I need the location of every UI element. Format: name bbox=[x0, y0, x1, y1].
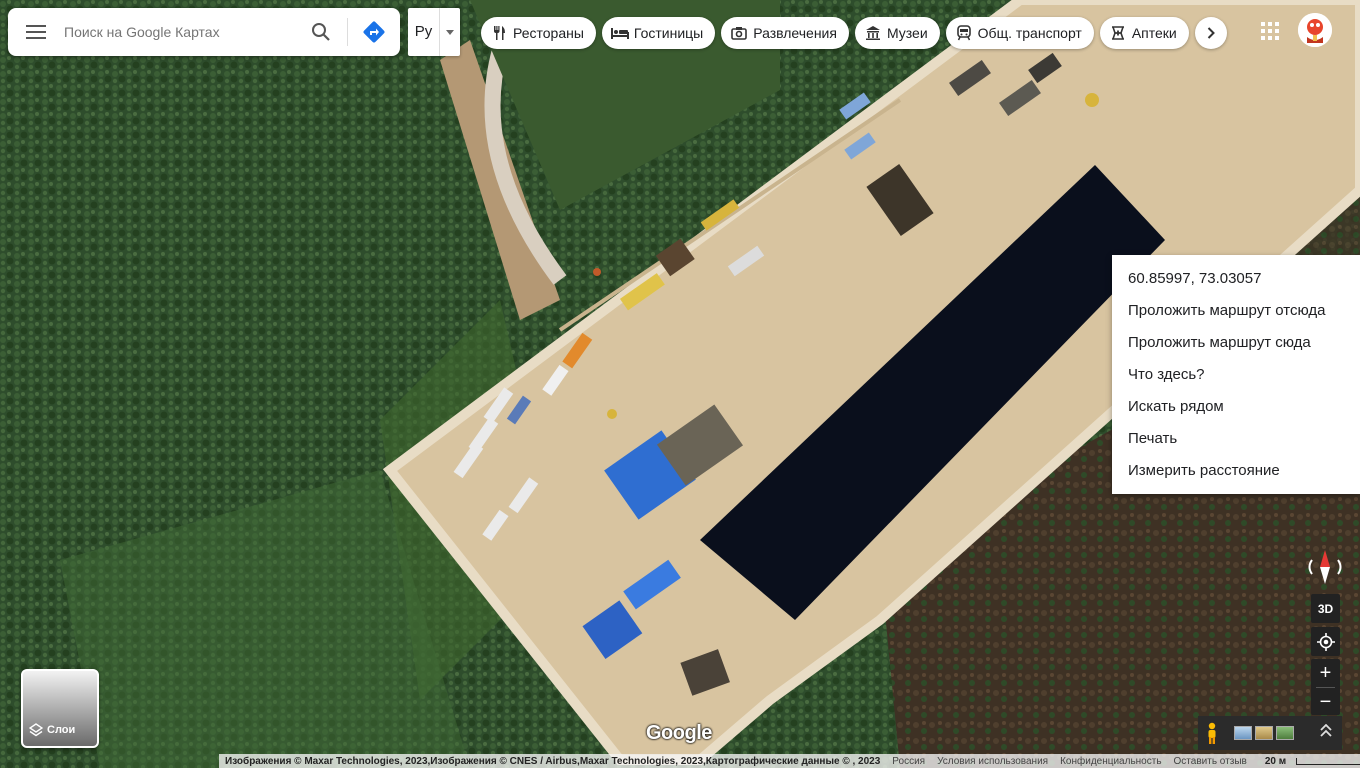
chip-transit[interactable]: Общ. транспорт bbox=[945, 17, 1094, 49]
attribution-bar: Изображения © Maxar Technologies, 2023,И… bbox=[219, 754, 1360, 768]
zoom-control: + − bbox=[1311, 659, 1340, 715]
layers-label: Слои bbox=[47, 724, 76, 736]
chip-label: Аптеки bbox=[1131, 25, 1177, 41]
chip-restaurants[interactable]: Рестораны bbox=[481, 17, 596, 49]
pegman-button[interactable] bbox=[1198, 722, 1226, 744]
chip-hotels[interactable]: Гостиницы bbox=[601, 17, 716, 49]
imagery-attribution: Изображения © Maxar Technologies, 2023,И… bbox=[225, 755, 881, 767]
scale-label: 20 м bbox=[1264, 755, 1287, 767]
scale-bar bbox=[1296, 757, 1360, 765]
museum-icon bbox=[864, 24, 882, 42]
context-search-nearby[interactable]: Искать рядом bbox=[1112, 391, 1360, 423]
search-button[interactable] bbox=[301, 8, 341, 56]
chips-next-button[interactable] bbox=[1194, 17, 1227, 49]
language-label: Ру bbox=[408, 8, 440, 56]
category-chips: Рестораны Гостиницы Развлечения Музеи Об… bbox=[481, 17, 1227, 49]
search-input[interactable] bbox=[64, 24, 301, 40]
chip-label: Рестораны bbox=[513, 25, 584, 41]
imagery-thumb-satellite[interactable] bbox=[1276, 726, 1294, 740]
imagery-thumb-terrain[interactable] bbox=[1255, 726, 1273, 740]
context-directions-to[interactable]: Проложить маршрут сюда bbox=[1112, 327, 1360, 359]
account-avatar[interactable] bbox=[1298, 13, 1332, 47]
zoom-in-button[interactable]: + bbox=[1311, 659, 1340, 687]
tilt-3d-button[interactable]: 3D bbox=[1311, 594, 1340, 623]
chip-label: Гостиницы bbox=[633, 25, 704, 41]
context-whats-here[interactable]: Что здесь? bbox=[1112, 359, 1360, 391]
chip-pharmacies[interactable]: Аптеки bbox=[1099, 17, 1189, 49]
layers-icon bbox=[29, 723, 43, 737]
search-box bbox=[8, 8, 400, 56]
expand-imagery-button[interactable] bbox=[1320, 723, 1332, 743]
context-coordinates[interactable]: 60.85997, 73.03057 bbox=[1112, 263, 1360, 295]
context-measure-distance[interactable]: Измерить расстояние bbox=[1112, 455, 1360, 487]
chip-museums[interactable]: Музеи bbox=[854, 17, 940, 49]
scale-indicator[interactable]: 20 м bbox=[1253, 756, 1360, 767]
menu-button[interactable] bbox=[8, 8, 64, 56]
context-menu: 60.85997, 73.03057 Проложить маршрут отс… bbox=[1112, 255, 1360, 494]
location-target-icon bbox=[1316, 632, 1335, 651]
caret-down-icon bbox=[440, 29, 460, 35]
search-divider bbox=[347, 18, 348, 46]
context-directions-from[interactable]: Проложить маршрут отсюда bbox=[1112, 295, 1360, 327]
pegman-icon bbox=[1208, 722, 1216, 744]
bed-icon bbox=[610, 24, 629, 42]
language-selector[interactable]: Ру bbox=[408, 8, 460, 56]
train-icon bbox=[955, 24, 973, 42]
google-apps-button[interactable] bbox=[1256, 17, 1284, 45]
imagery-thumbnails bbox=[1234, 726, 1294, 740]
chip-entertainment[interactable]: Развлечения bbox=[721, 17, 849, 49]
google-logo: Google bbox=[646, 722, 712, 744]
chip-label: Музеи bbox=[886, 25, 928, 41]
privacy-link[interactable]: Конфиденциальность bbox=[1054, 756, 1167, 767]
compass-icon bbox=[1308, 550, 1342, 584]
chip-label: Общ. транспорт bbox=[977, 25, 1082, 41]
feedback-link[interactable]: Оставить отзыв bbox=[1168, 756, 1253, 767]
chip-label: Развлечения bbox=[753, 25, 837, 41]
imagery-thumb-sky[interactable] bbox=[1234, 726, 1252, 740]
directions-icon bbox=[363, 21, 385, 43]
camera-icon bbox=[730, 24, 748, 42]
layers-button[interactable]: Слои bbox=[21, 669, 99, 748]
layers-label-group: Слои bbox=[29, 723, 75, 737]
directions-button[interactable] bbox=[354, 8, 394, 56]
my-location-button[interactable] bbox=[1311, 627, 1340, 656]
chevron-right-icon bbox=[1207, 27, 1215, 39]
terms-link[interactable]: Условия использования bbox=[931, 756, 1054, 767]
context-print[interactable]: Печать bbox=[1112, 423, 1360, 455]
pharmacy-icon bbox=[1109, 24, 1127, 42]
apps-grid-icon bbox=[1261, 22, 1279, 40]
country-link[interactable]: Россия bbox=[886, 756, 931, 767]
compass-control[interactable] bbox=[1304, 546, 1346, 588]
hamburger-icon bbox=[26, 25, 46, 39]
bottom-right-toolbar bbox=[1198, 716, 1342, 750]
fork-knife-icon bbox=[490, 24, 508, 42]
avatar-image bbox=[1298, 13, 1332, 47]
search-icon bbox=[312, 23, 330, 41]
zoom-out-button[interactable]: − bbox=[1311, 688, 1340, 716]
double-chevron-up-icon bbox=[1320, 723, 1332, 737]
